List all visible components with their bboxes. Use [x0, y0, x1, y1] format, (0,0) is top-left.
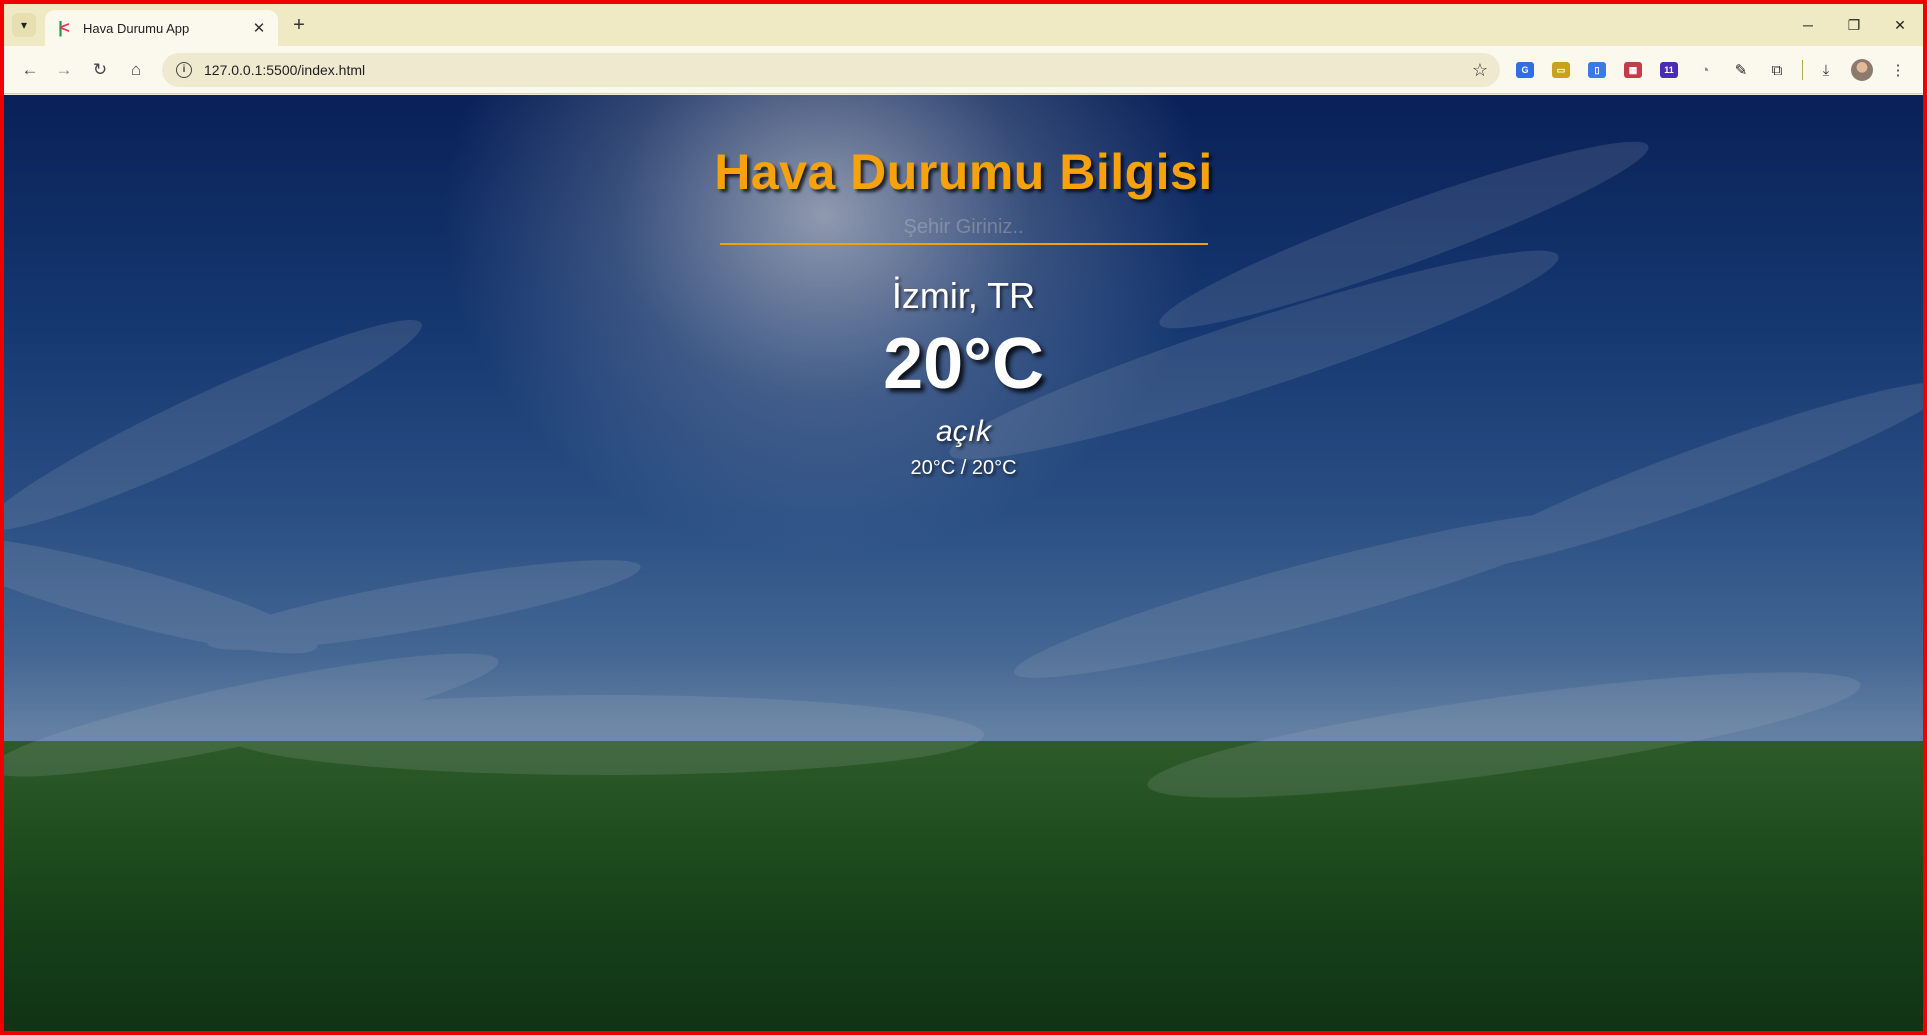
temperature-value: 20°C [883, 324, 1044, 404]
folder-extension-icon[interactable]: ▭ [1548, 57, 1574, 83]
min-max-temperature: 20°C / 20°C [910, 457, 1017, 479]
minimize-icon[interactable]: ─ [1785, 4, 1831, 46]
tab-title: Hava Durumu App [83, 20, 190, 36]
browser-window: ▾ | < Hava Durumu App ✕ + ─ ❐ ✕ ← → ↻ ⌂ i… [4, 4, 1923, 1031]
toolbar-divider [1802, 60, 1803, 80]
location-label: İzmir, TR [891, 275, 1036, 316]
document-extension-icon[interactable]: ▯ [1584, 57, 1610, 83]
close-tab-icon[interactable]: ✕ [250, 19, 268, 37]
browser-toolbar: ← → ↻ ⌂ i 127.0.0.1:5500/index.html ☆ G … [4, 46, 1923, 94]
back-arrow-icon[interactable]: ← [18, 58, 42, 82]
restore-icon[interactable]: ❐ [1831, 4, 1877, 46]
city-search-input[interactable] [719, 211, 1208, 245]
graduation-cap-extension-icon[interactable]: 11 [1656, 57, 1682, 83]
bookmark-star-icon[interactable]: ☆ [1472, 60, 1488, 81]
address-bar-url[interactable]: 127.0.0.1:5500/index.html [204, 62, 1472, 78]
close-window-icon[interactable]: ✕ [1877, 4, 1923, 46]
weather-app: Hava Durumu Bilgisi İzmir, TR 20°C açık … [4, 95, 1923, 480]
clock-extension-icon[interactable]: ◔ [1692, 57, 1718, 83]
tab-strip: ▾ | < Hava Durumu App ✕ + ─ ❐ ✕ [4, 4, 1923, 46]
address-bar[interactable]: i 127.0.0.1:5500/index.html ☆ [162, 53, 1500, 87]
window-controls: ─ ❐ ✕ [1785, 4, 1923, 46]
site-favicon-icon: | < [58, 18, 70, 37]
eyedropper-icon[interactable]: ✎ [1728, 57, 1754, 83]
extensions-area: G ▭ ▯ ▦ 11 ◔ ✎ ⧉ ⤓ ⋮ [1512, 57, 1921, 83]
page-viewport: Hava Durumu Bilgisi İzmir, TR 20°C açık … [4, 95, 1923, 1031]
download-icon[interactable]: ⤓ [1813, 57, 1839, 83]
puzzle-extensions-icon[interactable]: ⧉ [1764, 57, 1790, 83]
site-info-icon[interactable]: i [176, 62, 192, 78]
forward-arrow-icon[interactable]: → [52, 58, 76, 82]
weather-description: açık [935, 415, 992, 448]
profile-avatar[interactable] [1849, 57, 1875, 83]
home-icon[interactable]: ⌂ [124, 58, 148, 82]
new-tab-button[interactable]: + [288, 14, 310, 36]
tab-active[interactable]: | < Hava Durumu App ✕ [45, 10, 278, 46]
translate-extension-icon[interactable]: G [1512, 57, 1538, 83]
page-title: Hava Durumu Bilgisi [714, 144, 1213, 200]
reload-icon[interactable]: ↻ [88, 58, 112, 82]
menu-kebab-icon[interactable]: ⋮ [1885, 57, 1911, 83]
calendar-extension-icon[interactable]: ▦ [1620, 57, 1646, 83]
tab-search-chevron-icon[interactable]: ▾ [12, 13, 36, 37]
